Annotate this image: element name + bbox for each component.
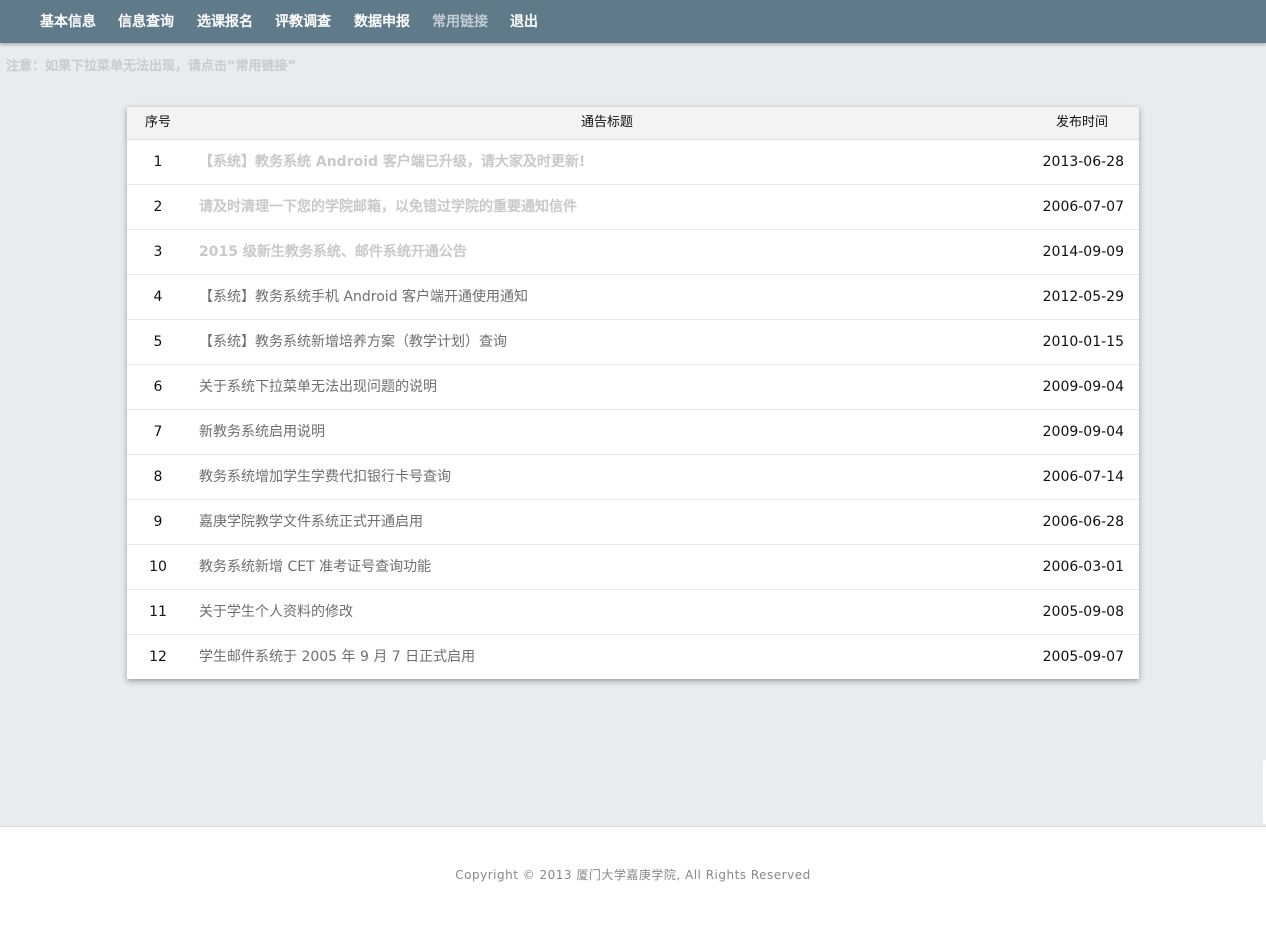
table-row: 8 教务系统增加学生学费代扣银行卡号查询 2006-07-14 bbox=[127, 455, 1139, 500]
publish-date: 2014-09-09 bbox=[1042, 244, 1124, 260]
dropdown-notice: 注意：如果下拉菜单无法出现，请点击“常用链接” bbox=[6, 59, 297, 74]
row-number: 6 bbox=[153, 379, 163, 395]
table-row: 12 学生邮件系统于 2005 年 9 月 7 日正式启用 2005-09-07 bbox=[127, 635, 1139, 679]
publish-date: 2009-09-04 bbox=[1042, 379, 1124, 395]
header-number: 序号 bbox=[144, 115, 171, 130]
announcement-link[interactable]: 2015 级新生教务系统、邮件系统开通公告 bbox=[199, 230, 467, 274]
announcement-link[interactable]: 请及时清理一下您的学院邮箱，以免错过学院的重要通知信件 bbox=[199, 185, 577, 229]
copyright-footer: Copyright © 2013 厦门大学嘉庚学院, All Rights Re… bbox=[455, 868, 811, 882]
row-number: 10 bbox=[149, 559, 167, 575]
table-row: 6 关于系统下拉菜单无法出现问题的说明 2009-09-04 bbox=[127, 365, 1139, 410]
table-body: 1 【系统】教务系统 Android 客户端已升级，请大家及时更新! 2013-06… bbox=[127, 140, 1139, 679]
nav-teaching-evaluation[interactable]: 评教调查 bbox=[275, 12, 331, 32]
header-date: 发布时间 bbox=[1055, 115, 1108, 130]
publish-date: 2010-01-15 bbox=[1042, 334, 1124, 350]
table-row: 9 嘉庚学院教学文件系统正式开通启用 2006-06-28 bbox=[127, 500, 1139, 545]
row-number: 1 bbox=[153, 154, 163, 170]
table-row: 4 【系统】教务系统手机 Android 客户端开通使用通知 2012-05-29 bbox=[127, 275, 1139, 320]
publish-date: 2012-05-29 bbox=[1042, 289, 1124, 305]
announcement-link[interactable]: 关于系统下拉菜单无法出现问题的说明 bbox=[199, 365, 437, 409]
table-header: 序号 通告标题 发布时间 bbox=[127, 107, 1139, 140]
nav-common-links[interactable]: 常用链接 bbox=[432, 12, 488, 32]
announcement-link[interactable]: 【系统】教务系统手机 Android 客户端开通使用通知 bbox=[199, 275, 528, 319]
row-number: 2 bbox=[153, 199, 163, 215]
announcement-table: 序号 通告标题 发布时间 1 【系统】教务系统 Android 客户端已升级，请大… bbox=[127, 107, 1139, 679]
publish-date: 2006-03-01 bbox=[1042, 559, 1124, 575]
table-row: 7 新教务系统启用说明 2009-09-04 bbox=[127, 410, 1139, 455]
announcement-link[interactable]: 教务系统新增 CET 准考证号查询功能 bbox=[199, 545, 431, 589]
row-number: 9 bbox=[153, 514, 163, 530]
table-row: 10 教务系统新增 CET 准考证号查询功能 2006-03-01 bbox=[127, 545, 1139, 590]
row-number: 7 bbox=[153, 424, 163, 440]
publish-date: 2013-06-28 bbox=[1042, 154, 1124, 170]
announcement-link[interactable]: 教务系统增加学生学费代扣银行卡号查询 bbox=[199, 455, 451, 499]
nav-basic-info[interactable]: 基本信息 bbox=[40, 12, 96, 32]
row-number: 12 bbox=[149, 649, 167, 665]
publish-date: 2006-07-14 bbox=[1042, 469, 1124, 485]
announcement-link[interactable]: 关于学生个人资料的修改 bbox=[199, 590, 353, 634]
row-number: 11 bbox=[149, 604, 167, 620]
announcement-link[interactable]: 学生邮件系统于 2005 年 9 月 7 日正式启用 bbox=[199, 635, 475, 679]
nav-data-declaration[interactable]: 数据申报 bbox=[354, 12, 410, 32]
row-number: 8 bbox=[153, 469, 163, 485]
nav-course-registration[interactable]: 选课报名 bbox=[197, 12, 253, 32]
announcement-link[interactable]: 嘉庚学院教学文件系统正式开通启用 bbox=[199, 500, 423, 544]
table-row: 1 【系统】教务系统 Android 客户端已升级，请大家及时更新! 2013-06… bbox=[127, 140, 1139, 185]
row-number: 4 bbox=[153, 289, 163, 305]
row-number: 3 bbox=[153, 244, 163, 260]
publish-date: 2009-09-04 bbox=[1042, 424, 1124, 440]
header-title: 通告标题 bbox=[580, 115, 633, 130]
nav-logout[interactable]: 退出 bbox=[510, 12, 538, 32]
table-row: 11 关于学生个人资料的修改 2005-09-08 bbox=[127, 590, 1139, 635]
table-row: 5 【系统】教务系统新增培养方案（教学计划）查询 2010-01-15 bbox=[127, 320, 1139, 365]
publish-date: 2005-09-07 bbox=[1042, 649, 1124, 665]
publish-date: 2006-06-28 bbox=[1042, 514, 1124, 530]
announcement-link[interactable]: 新教务系统启用说明 bbox=[199, 410, 325, 454]
publish-date: 2006-07-07 bbox=[1042, 199, 1124, 215]
announcement-link[interactable]: 【系统】教务系统 Android 客户端已升级，请大家及时更新! bbox=[199, 140, 585, 184]
publish-date: 2005-09-08 bbox=[1042, 604, 1124, 620]
row-number: 5 bbox=[153, 334, 163, 350]
announcement-link[interactable]: 【系统】教务系统新增培养方案（教学计划）查询 bbox=[199, 320, 507, 364]
nav-info-query[interactable]: 信息查询 bbox=[118, 12, 174, 32]
table-row: 2 请及时清理一下您的学院邮箱，以免错过学院的重要通知信件 2006-07-07 bbox=[127, 185, 1139, 230]
top-navbar: 基本信息 信息查询 选课报名 评教调查 数据申报 常用链接 退出 bbox=[0, 0, 1266, 43]
table-row: 3 2015 级新生教务系统、邮件系统开通公告 2014-09-09 bbox=[127, 230, 1139, 275]
